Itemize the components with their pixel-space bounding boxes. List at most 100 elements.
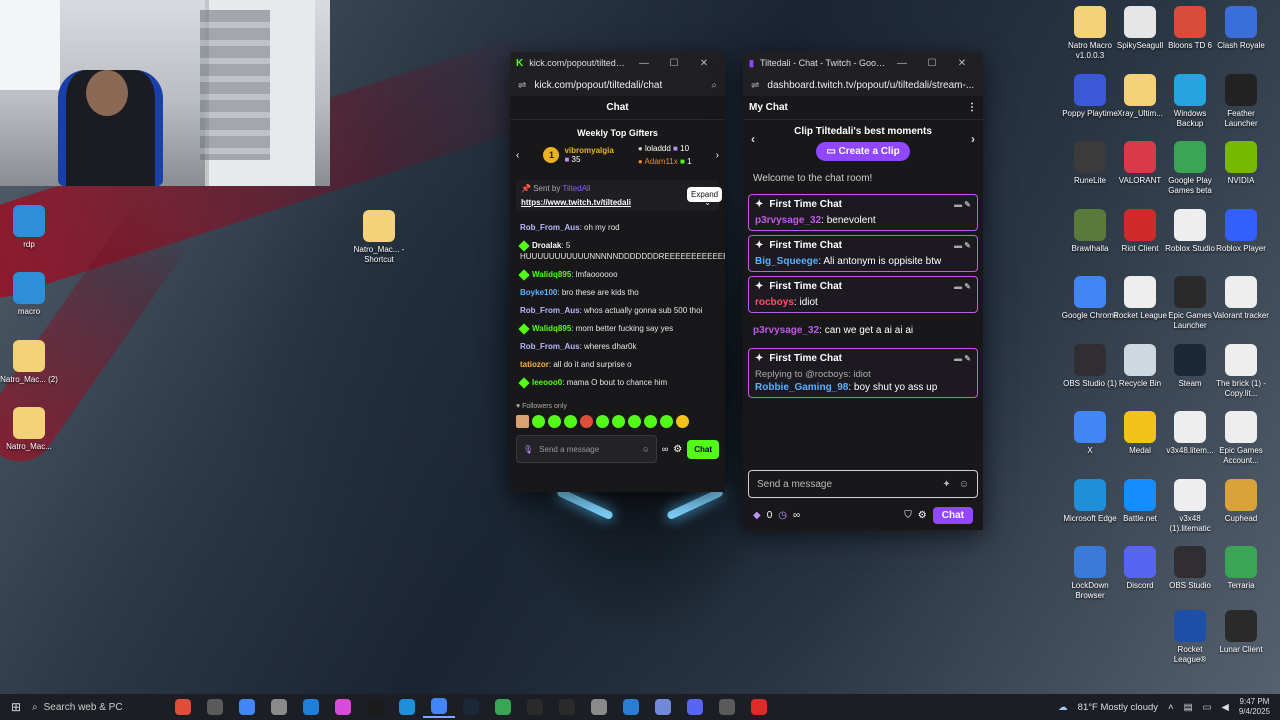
windows-start-icon[interactable]: ⊞ xyxy=(0,700,32,714)
chat-message[interactable]: Boyke100: bro these are kids tho xyxy=(520,287,715,298)
desktop-icon[interactable]: v3x48.litem... xyxy=(1161,411,1219,456)
chat-message[interactable]: p3rvysage_32: can we get a ai ai ai xyxy=(743,317,983,344)
chat-username[interactable]: leeooo0 xyxy=(532,378,562,387)
desktop-icon[interactable]: v3x48 (1).litematic xyxy=(1161,478,1219,534)
emoji-icon[interactable]: ☺ xyxy=(959,479,969,490)
desktop-icon[interactable]: Epic Games Launcher xyxy=(1161,276,1219,331)
kick-message-input[interactable]: 🎙 Send a message ☺ xyxy=(516,435,657,463)
gifter-name[interactable]: loladdd xyxy=(645,144,671,153)
microphone-icon[interactable]: 🎙 xyxy=(523,445,533,454)
chat-username[interactable]: Rob_From_Aus xyxy=(520,342,580,351)
taskbar-app-icon[interactable] xyxy=(199,696,231,718)
taskbar-app-icon[interactable] xyxy=(231,696,263,718)
minimize-button[interactable]: — xyxy=(887,58,917,69)
taskbar-app-icon[interactable] xyxy=(359,696,391,718)
chat-username[interactable]: Robbie_Gaming_98 xyxy=(755,382,848,393)
taskbar-app-icon[interactable] xyxy=(391,696,423,718)
message-actions-icon[interactable]: ▬ ✎ xyxy=(954,282,971,291)
minimize-button[interactable]: — xyxy=(629,58,659,69)
desktop-icon[interactable]: Valorant tracker xyxy=(1212,276,1270,321)
twitch-message-input[interactable]: Send a message ✦ ☺ xyxy=(748,470,978,498)
kick-message-list[interactable]: Rob_From_Aus: oh my rod Droalak: 5 HUUUUU… xyxy=(510,211,725,399)
settings-icon[interactable]: ⚙ xyxy=(918,510,927,521)
desktop-icon[interactable]: Cuphead xyxy=(1212,478,1270,524)
desktop-icon[interactable]: Terraria xyxy=(1212,546,1270,591)
desktop-icon[interactable]: Steam xyxy=(1161,343,1219,389)
message-actions-icon[interactable]: ▬ ✎ xyxy=(954,354,971,363)
taskbar-app-icon[interactable] xyxy=(711,696,743,718)
desktop-icon[interactable]: Bloons TD 6 xyxy=(1161,6,1219,51)
desktop-icon[interactable]: Google Play Games beta xyxy=(1161,141,1219,196)
chat-message[interactable]: Rob_From_Aus: oh my rod xyxy=(520,222,715,233)
emote-icon[interactable] xyxy=(612,415,625,428)
prev-arrow-icon[interactable]: ‹ xyxy=(516,150,519,161)
emote-icon[interactable] xyxy=(644,415,657,428)
clock[interactable]: 9:47 PM 9/4/2025 xyxy=(1239,697,1270,717)
channel-points-icon[interactable]: ◆ xyxy=(753,510,761,521)
taskbar-app-icon[interactable] xyxy=(455,696,487,718)
battery-icon[interactable]: ▭ xyxy=(1203,702,1212,713)
first-time-chat-message[interactable]: ✦ First Time Chat ▬ ✎ rocboys: idiot xyxy=(748,276,978,313)
taskbar-app-icon[interactable] xyxy=(167,696,199,718)
taskbar-app-icon[interactable] xyxy=(743,696,775,718)
desktop-icon[interactable]: Rocket League® xyxy=(1161,610,1219,665)
kick-address-bar[interactable]: ⇌ kick.com/popout/tiltedali/chat ⌕ xyxy=(510,74,725,96)
next-arrow-icon[interactable]: › xyxy=(971,132,975,146)
desktop-icon[interactable]: Natro_Mac... - Shortcut xyxy=(350,210,408,265)
chat-message[interactable]: Rob_From_Aus: wheres dhar0k xyxy=(520,341,715,352)
emote-icon[interactable] xyxy=(596,415,609,428)
twitch-address-bar[interactable]: ⇌ dashboard.twitch.tv/popout/u/tiltedali… xyxy=(743,74,983,96)
chat-username[interactable]: p3rvysage_32 xyxy=(755,215,821,226)
taskbar-app-icon[interactable] xyxy=(327,696,359,718)
emote-icon[interactable] xyxy=(676,415,689,428)
taskbar-app-icon[interactable] xyxy=(647,696,679,718)
desktop-icon[interactable]: NVIDIA xyxy=(1212,141,1270,186)
chat-username[interactable]: Droalak xyxy=(532,241,561,250)
chat-message[interactable]: tatiozor: all do it and surprise o xyxy=(520,359,715,370)
emote-icon[interactable] xyxy=(660,415,673,428)
chat-message[interactable]: Walidq895: lmfaoooooo xyxy=(518,269,715,281)
desktop-icon[interactable]: Clash Royale xyxy=(1212,6,1270,51)
prev-arrow-icon[interactable]: ‹ xyxy=(751,132,755,146)
desktop-icon[interactable]: macro xyxy=(0,272,58,317)
emoji-icon[interactable]: ☺ xyxy=(642,445,650,454)
chat-message[interactable]: leeooo0: mama O bout to chance him xyxy=(518,377,715,389)
next-arrow-icon[interactable]: › xyxy=(716,150,719,161)
kick-chat-window[interactable]: K kick.com/popout/tiltedali/c... — ☐ ✕ ⇌… xyxy=(510,52,725,492)
infinity-icon[interactable]: ∞ xyxy=(662,444,668,454)
twitch-chat-window[interactable]: ▮ Tiltedali - Chat - Twitch - Google C..… xyxy=(743,52,983,530)
chat-message[interactable]: Rob_From_Aus: whos actually gonna sub 50… xyxy=(520,305,715,316)
gifter-name[interactable]: Adam11x xyxy=(645,157,678,166)
desktop-icon[interactable]: Epic Games Account... xyxy=(1212,411,1270,466)
twitch-message-list[interactable]: ✦ First Time Chat ▬ ✎ p3rvysage_32: benevol… xyxy=(743,194,983,398)
chat-username[interactable]: p3rvysage_32 xyxy=(753,325,819,336)
emote-icon[interactable] xyxy=(564,415,577,428)
network-icon[interactable]: ▤ xyxy=(1184,702,1193,713)
taskbar-app-icon[interactable] xyxy=(519,696,551,718)
pinned-sender[interactable]: TiltedAli xyxy=(562,184,590,193)
chat-username[interactable]: Rob_From_Aus xyxy=(520,306,580,315)
desktop-icon[interactable]: Natro_Mac... (2) xyxy=(0,340,58,385)
chevron-up-icon[interactable]: ˄ xyxy=(1168,702,1174,713)
desktop-icon[interactable]: Windows Backup xyxy=(1161,73,1219,129)
twitch-titlebar[interactable]: ▮ Tiltedali - Chat - Twitch - Google C..… xyxy=(743,52,983,74)
weather-icon[interactable]: ☁ xyxy=(1058,702,1068,713)
volume-icon[interactable]: ◀ xyxy=(1222,702,1229,713)
kick-url[interactable]: kick.com/popout/tiltedali/chat xyxy=(534,80,711,91)
more-options-icon[interactable]: ⋮ xyxy=(967,102,977,113)
taskbar-app-icon[interactable] xyxy=(423,696,455,718)
zoom-icon[interactable]: ⌕ xyxy=(711,80,717,91)
desktop-icon[interactable]: Lunar Client xyxy=(1212,610,1270,655)
weather-text[interactable]: 81°F Mostly cloudy xyxy=(1078,702,1158,713)
create-clip-button[interactable]: ▭ Create a Clip xyxy=(816,142,910,161)
twitch-url[interactable]: dashboard.twitch.tv/popout/u/tiltedali/s… xyxy=(767,80,975,91)
kick-titlebar[interactable]: K kick.com/popout/tiltedali/c... — ☐ ✕ xyxy=(510,52,725,74)
taskbar-search[interactable]: ⌕ Search web & PC xyxy=(32,697,167,717)
chat-username[interactable]: Walidq895 xyxy=(532,324,571,333)
kick-chat-send-button[interactable]: Chat xyxy=(687,439,719,459)
chat-username[interactable]: rocboys xyxy=(755,297,794,308)
shield-icon[interactable]: ⛉ xyxy=(904,510,912,521)
desktop-icon[interactable]: Feather Launcher xyxy=(1212,73,1270,129)
maximize-button[interactable]: ☐ xyxy=(659,58,689,69)
settings-icon[interactable]: ⚙ xyxy=(673,444,682,455)
